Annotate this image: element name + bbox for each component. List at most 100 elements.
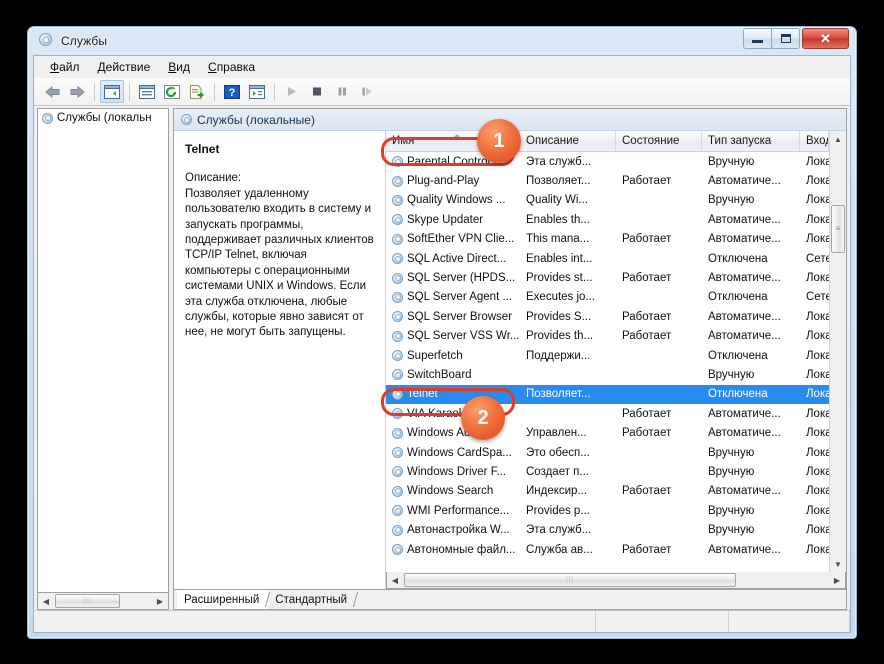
show-hide-console-tree-icon[interactable] [100, 80, 124, 103]
list-vertical-scrollbar[interactable]: ▲ ≡ ▼ [829, 131, 846, 572]
menu-view-rest: ид [176, 60, 191, 74]
scroll-down-arrow-icon[interactable]: ▼ [830, 556, 846, 572]
menu-help[interactable]: Справка [199, 58, 264, 76]
table-row[interactable]: WMI Performance... Provides p... Вручную Ло… [386, 501, 829, 520]
service-gear-icon [392, 544, 403, 555]
table-row[interactable]: Quality Windows ... Quality Wi... Вручную Л… [386, 191, 829, 210]
list-horizontal-scrollbar[interactable]: ◀ ⦙⦙⦙ ▶ [386, 572, 846, 589]
table-row[interactable]: Parental Controls Эта служб... Вручную Лока… [386, 152, 829, 171]
start-service-icon[interactable] [280, 80, 304, 103]
cell-start: Вручную [708, 155, 755, 168]
cell-desc: Provides S... [526, 310, 592, 323]
cell-desc: This mana... [526, 233, 590, 246]
service-gear-icon [392, 330, 403, 342]
list-hscroll-thumb[interactable]: ⦙⦙⦙ [404, 572, 737, 587]
back-icon[interactable] [40, 80, 64, 103]
cell-logon: Локальна [806, 310, 829, 323]
table-row[interactable]: Superfetch Поддержи... Отключена Локальна [386, 346, 829, 365]
service-gear-icon [392, 447, 403, 459]
cell-desc: Создает п... [526, 465, 589, 478]
column-header-logon-as[interactable]: Вход от и [800, 131, 829, 151]
service-gear-icon [392, 175, 403, 187]
table-row[interactable]: Автономные файл... Служба ав... Работает Ав… [386, 540, 829, 559]
restart-service-icon[interactable] [355, 80, 379, 103]
cell-logon: Локальна [806, 543, 829, 556]
cell-state: Работает [622, 485, 672, 498]
cell-start: Автоматиче... [708, 310, 781, 323]
menu-view[interactable]: Вид [159, 58, 199, 76]
table-row[interactable]: SQL Server Browser Provides S... Работает А… [386, 307, 829, 326]
list-scroll-track[interactable]: ≡ [830, 147, 846, 556]
table-row[interactable]: Автонастройка W... Эта служб... Вручную Лок… [386, 520, 829, 539]
menu-action[interactable]: Действие [89, 58, 160, 76]
scroll-right-arrow-icon[interactable]: ▶ [829, 573, 845, 588]
tab-extended[interactable]: Расширенный [177, 590, 269, 609]
services-list-column: Имя Описание Состояние Тип запуска Вхо P… [386, 131, 846, 589]
list-scroll-thumb[interactable]: ≡ [831, 205, 845, 253]
menu-file[interactable]: Файл [41, 58, 89, 76]
cell-name: SoftEther VPN Clie... [386, 233, 520, 245]
table-row[interactable]: Windows Audio Управлен... Работает Автомати… [386, 423, 829, 442]
scroll-up-arrow-icon[interactable]: ▲ [830, 131, 846, 147]
list-hscroll-track[interactable]: ⦙⦙⦙ [403, 572, 829, 588]
cell-desc: Это обесп... [526, 446, 590, 459]
table-row[interactable]: SQL Active Direct... Enables int... Отключ… [386, 249, 829, 268]
refresh-icon[interactable] [160, 80, 184, 103]
forward-icon[interactable] [65, 80, 89, 103]
service-gear-icon [392, 233, 403, 245]
tab-standard-label: Стандартный [275, 593, 348, 606]
service-gear-icon [392, 388, 403, 400]
table-row-selected[interactable]: Telnet Позволяет... Отключена Локальна [386, 384, 829, 405]
scroll-right-arrow-icon[interactable]: ▶ [152, 594, 168, 609]
toolbar-separator-3 [214, 82, 215, 101]
table-row[interactable]: SwitchBoard Вручную Локальна [386, 365, 829, 384]
cell-start: Отключена [708, 388, 768, 401]
table-row[interactable]: Windows Search Индексир... Работает Автомат… [386, 482, 829, 501]
table-row[interactable]: Plug-and-Play Позволяет... Работает Автомат… [386, 171, 829, 190]
services-gear-icon [181, 114, 192, 125]
service-name-label: SQL Server (HPDS... [407, 272, 516, 285]
cell-desc: Поддержи... [526, 349, 591, 362]
cell-start: Автоматиче... [708, 213, 781, 226]
service-gear-icon [392, 408, 403, 420]
toolbar-separator-2 [129, 82, 130, 101]
column-header-status[interactable]: Состояние [616, 131, 702, 151]
cell-desc: Индексир... [526, 485, 588, 498]
stop-service-icon[interactable] [305, 80, 329, 103]
table-row[interactable]: Windows Driver F... Создает п... Вручную Ло… [386, 462, 829, 481]
cell-state: Работает [622, 175, 672, 188]
service-name-label: WMI Performance... [407, 504, 510, 517]
table-row[interactable]: Skype Updater Enables th... Автоматиче... Л… [386, 210, 829, 229]
cell-start: Автоматиче... [708, 272, 781, 285]
tree-scroll-track[interactable]: ⦙⦙⦙ [54, 593, 152, 609]
tree-horizontal-scrollbar[interactable]: ◀ ⦙⦙⦙ ▶ [37, 593, 169, 610]
window-controls: ✕ [743, 28, 849, 49]
table-row[interactable]: SQL Server VSS Wr... Provides th... Работа… [386, 327, 829, 346]
tree-scroll-thumb[interactable]: ⦙⦙⦙ [55, 593, 120, 608]
table-row[interactable]: VIA Karaoke ... Работает Автоматиче... Лока… [386, 404, 829, 423]
status-segment-2 [596, 611, 729, 632]
close-button[interactable]: ✕ [802, 28, 849, 49]
pause-service-icon[interactable] [330, 80, 354, 103]
table-row[interactable]: Windows CardSpa... Это обесп... Вручную Лок… [386, 443, 829, 462]
table-row[interactable]: SoftEther VPN Clie... This mana... Работае… [386, 230, 829, 249]
export-list-icon[interactable] [185, 80, 209, 103]
cell-start: Автоматиче... [708, 233, 781, 246]
column-header-startup-type[interactable]: Тип запуска [702, 131, 800, 151]
column-header-description[interactable]: Описание [520, 131, 616, 151]
help-icon[interactable]: ? [220, 80, 244, 103]
tab-standard[interactable]: Стандартный [268, 590, 356, 609]
cell-name: Plug-and-Play [386, 175, 520, 187]
scroll-left-arrow-icon[interactable]: ◀ [387, 573, 403, 588]
service-gear-icon [392, 485, 403, 497]
tree-item-services-local[interactable]: Службы (локальн [38, 109, 168, 127]
table-row[interactable]: SQL Server (HPDS... Provides st... Работае… [386, 268, 829, 287]
table-row[interactable]: SQL Server Agent ... Executes jo... Отключ… [386, 288, 829, 307]
maximize-button[interactable] [771, 28, 800, 49]
cell-name: SQL Server Agent ... [386, 291, 520, 303]
minimize-button[interactable] [743, 28, 772, 49]
scroll-left-arrow-icon[interactable]: ◀ [38, 594, 54, 609]
properties-icon[interactable] [135, 80, 159, 103]
show-action-pane-icon[interactable] [245, 80, 269, 103]
details-body: Telnet Описание: Позволяет удаленному по… [174, 131, 846, 589]
